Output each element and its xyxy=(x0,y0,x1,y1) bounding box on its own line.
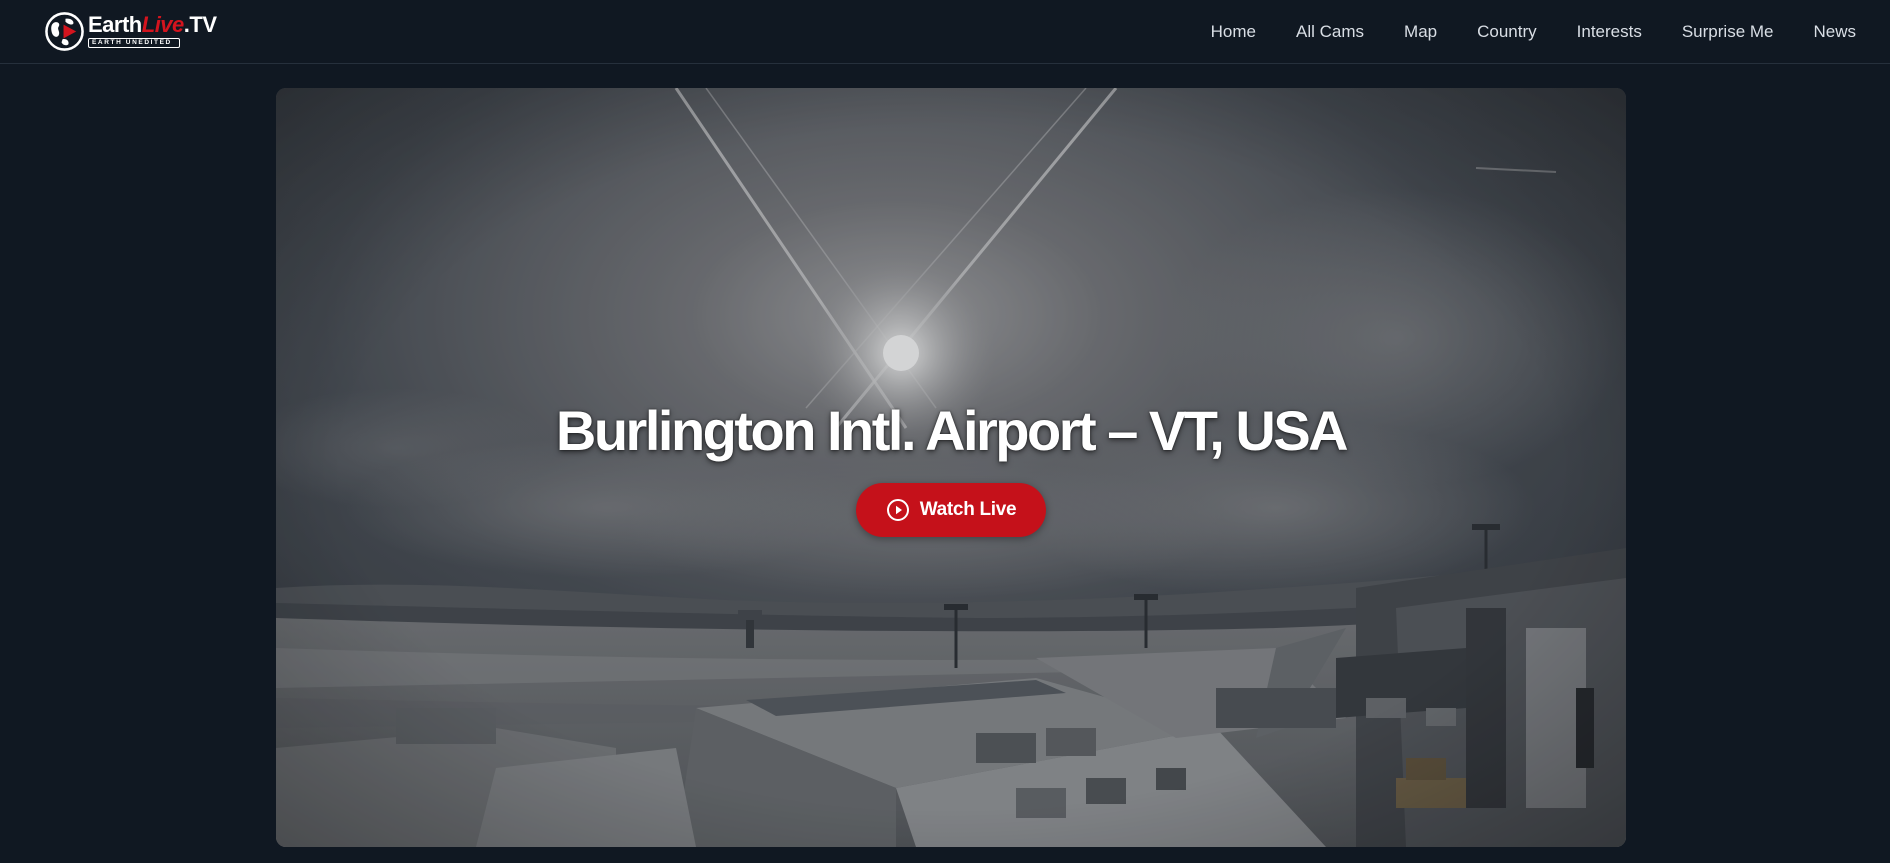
site-logo[interactable]: EarthLive.TV EARTH UNEDITED xyxy=(44,10,217,52)
logo-tagline: EARTH UNEDITED xyxy=(88,38,180,48)
nav-map[interactable]: Map xyxy=(1404,22,1437,42)
nav-all-cams[interactable]: All Cams xyxy=(1296,22,1364,42)
hero-overlay xyxy=(276,88,1626,847)
globe-play-icon xyxy=(45,11,84,51)
nav-news[interactable]: News xyxy=(1813,22,1856,42)
logo-word-tv: .TV xyxy=(183,12,217,37)
main-nav: Home All Cams Map Country Interests Surp… xyxy=(1171,0,1856,63)
play-circle-icon xyxy=(886,499,909,521)
watch-live-button[interactable]: Watch Live xyxy=(856,483,1046,537)
nav-interests[interactable]: Interests xyxy=(1577,22,1642,42)
nav-home[interactable]: Home xyxy=(1211,22,1256,42)
nav-surprise-me[interactable]: Surprise Me xyxy=(1682,22,1774,42)
site-header: EarthLive.TV EARTH UNEDITED Home All Cam… xyxy=(0,0,1890,64)
hero-banner[interactable]: Burlington Intl. Airport – VT, USA Watch… xyxy=(276,88,1626,847)
logo-word-live: Live xyxy=(141,12,185,37)
nav-country[interactable]: Country xyxy=(1477,22,1537,42)
cam-title: Burlington Intl. Airport – VT, USA xyxy=(555,399,1349,462)
logo-word-earth: Earth xyxy=(88,12,142,37)
watch-live-label: Watch Live xyxy=(919,499,1017,520)
logo-wordmark: EarthLive.TV xyxy=(88,14,217,36)
